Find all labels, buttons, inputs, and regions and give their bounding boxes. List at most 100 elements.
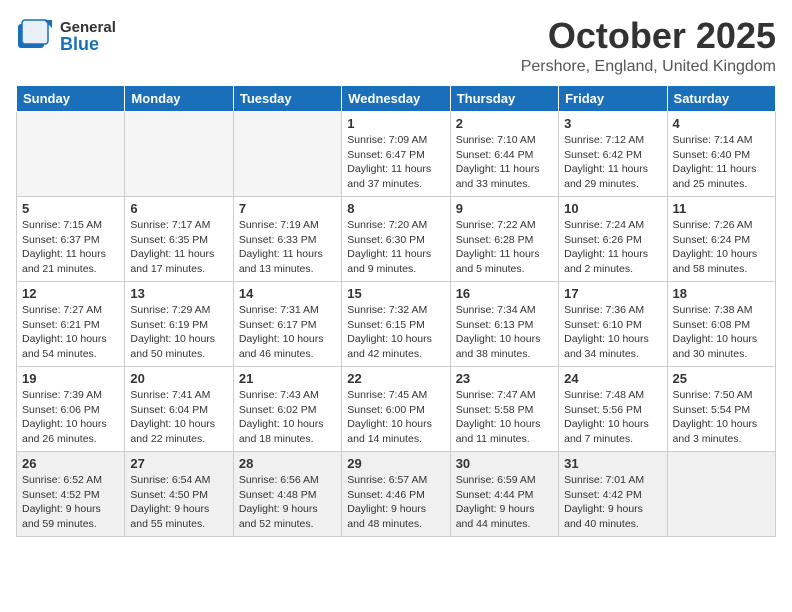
day-number: 17 xyxy=(564,286,661,301)
day-number: 30 xyxy=(456,456,553,471)
day-info: Sunrise: 7:41 AM Sunset: 6:04 PM Dayligh… xyxy=(130,388,227,447)
page: General Blue October 2025 Pershore, Engl… xyxy=(0,0,792,553)
day-info: Sunrise: 7:24 AM Sunset: 6:26 PM Dayligh… xyxy=(564,218,661,277)
location: Pershore, England, United Kingdom xyxy=(106,58,776,76)
day-number: 26 xyxy=(22,456,119,471)
calendar-cell: 28Sunrise: 6:56 AM Sunset: 4:48 PM Dayli… xyxy=(233,452,341,537)
week-row-4: 19 Sunrise: 7:39 AM Sunset: 6:06 PM Dayli… xyxy=(17,367,776,452)
logo-icon xyxy=(16,16,56,56)
day-info: Sunrise: 6:54 AM Sunset: 4:50 PM Dayligh… xyxy=(130,473,227,532)
week-row-1: 1Sunrise: 7:09 AM Sunset: 6:47 PM Daylig… xyxy=(17,112,776,197)
day-number: 20 xyxy=(130,371,227,386)
calendar-cell: 11 Sunrise: 7:26 AM Sunset: 6:24 PM Dayli… xyxy=(667,197,775,282)
col-header-sunday: Sunday xyxy=(17,86,125,112)
day-number: 14 xyxy=(239,286,336,301)
calendar-cell: 30 Sunrise: 6:59 AM Sunset: 4:44 PM Dayli… xyxy=(450,452,558,537)
day-info: Sunrise: 7:17 AM Sunset: 6:35 PM Dayligh… xyxy=(130,218,227,277)
calendar-cell xyxy=(17,112,125,197)
col-header-thursday: Thursday xyxy=(450,86,558,112)
day-number: 23 xyxy=(456,371,553,386)
day-info: Sunrise: 7:09 AM Sunset: 6:47 PM Dayligh… xyxy=(347,133,444,192)
day-number: 19 xyxy=(22,371,119,386)
day-number: 18 xyxy=(673,286,770,301)
day-number: 21 xyxy=(239,371,336,386)
day-number: 7 xyxy=(239,201,336,216)
calendar-cell: 6Sunrise: 7:17 AM Sunset: 6:35 PM Daylig… xyxy=(125,197,233,282)
day-number: 10 xyxy=(564,201,661,216)
day-info: Sunrise: 7:50 AM Sunset: 5:54 PM Dayligh… xyxy=(673,388,770,447)
day-info: Sunrise: 7:39 AM Sunset: 6:06 PM Dayligh… xyxy=(22,388,119,447)
day-number: 27 xyxy=(130,456,227,471)
calendar-cell: 31 Sunrise: 7:01 AM Sunset: 4:42 PM Dayli… xyxy=(559,452,667,537)
day-info: Sunrise: 7:48 AM Sunset: 5:56 PM Dayligh… xyxy=(564,388,661,447)
day-info: Sunrise: 7:22 AM Sunset: 6:28 PM Dayligh… xyxy=(456,218,553,277)
day-info: Sunrise: 7:38 AM Sunset: 6:08 PM Dayligh… xyxy=(673,303,770,362)
day-number: 29 xyxy=(347,456,444,471)
calendar-cell: 2Sunrise: 7:10 AM Sunset: 6:44 PM Daylig… xyxy=(450,112,558,197)
day-number: 5 xyxy=(22,201,119,216)
calendar: SundayMondayTuesdayWednesdayThursdayFrid… xyxy=(16,86,776,538)
day-number: 24 xyxy=(564,371,661,386)
day-info: Sunrise: 7:26 AM Sunset: 6:24 PM Dayligh… xyxy=(673,218,770,277)
calendar-cell: 24 Sunrise: 7:48 AM Sunset: 5:56 PM Dayli… xyxy=(559,367,667,452)
day-number: 9 xyxy=(456,201,553,216)
day-number: 3 xyxy=(564,116,661,131)
col-header-wednesday: Wednesday xyxy=(342,86,450,112)
calendar-cell: 13Sunrise: 7:29 AM Sunset: 6:19 PM Dayli… xyxy=(125,282,233,367)
calendar-cell: 26 Sunrise: 6:52 AM Sunset: 4:52 PM Dayli… xyxy=(17,452,125,537)
day-info: Sunrise: 6:52 AM Sunset: 4:52 PM Dayligh… xyxy=(22,473,119,532)
day-number: 11 xyxy=(673,201,770,216)
day-info: Sunrise: 7:43 AM Sunset: 6:02 PM Dayligh… xyxy=(239,388,336,447)
calendar-cell: 25 Sunrise: 7:50 AM Sunset: 5:54 PM Dayli… xyxy=(667,367,775,452)
day-number: 15 xyxy=(347,286,444,301)
calendar-cell: 12 Sunrise: 7:27 AM Sunset: 6:21 PM Dayli… xyxy=(17,282,125,367)
day-info: Sunrise: 7:27 AM Sunset: 6:21 PM Dayligh… xyxy=(22,303,119,362)
calendar-cell: 14Sunrise: 7:31 AM Sunset: 6:17 PM Dayli… xyxy=(233,282,341,367)
day-info: Sunrise: 7:15 AM Sunset: 6:37 PM Dayligh… xyxy=(22,218,119,277)
week-row-2: 5 Sunrise: 7:15 AM Sunset: 6:37 PM Daylig… xyxy=(17,197,776,282)
logo: General Blue xyxy=(16,16,106,56)
day-info: Sunrise: 7:20 AM Sunset: 6:30 PM Dayligh… xyxy=(347,218,444,277)
calendar-cell: 7 Sunrise: 7:19 AM Sunset: 6:33 PM Daylig… xyxy=(233,197,341,282)
col-header-monday: Monday xyxy=(125,86,233,112)
day-info: Sunrise: 7:12 AM Sunset: 6:42 PM Dayligh… xyxy=(564,133,661,192)
day-number: 4 xyxy=(673,116,770,131)
calendar-cell: 23 Sunrise: 7:47 AM Sunset: 5:58 PM Dayli… xyxy=(450,367,558,452)
day-info: Sunrise: 7:19 AM Sunset: 6:33 PM Dayligh… xyxy=(239,218,336,277)
calendar-cell: 19 Sunrise: 7:39 AM Sunset: 6:06 PM Dayli… xyxy=(17,367,125,452)
day-info: Sunrise: 7:47 AM Sunset: 5:58 PM Dayligh… xyxy=(456,388,553,447)
day-info: Sunrise: 7:10 AM Sunset: 6:44 PM Dayligh… xyxy=(456,133,553,192)
week-row-5: 26 Sunrise: 6:52 AM Sunset: 4:52 PM Dayli… xyxy=(17,452,776,537)
calendar-cell: 15 Sunrise: 7:32 AM Sunset: 6:15 PM Dayli… xyxy=(342,282,450,367)
day-number: 8 xyxy=(347,201,444,216)
calendar-cell: 20 Sunrise: 7:41 AM Sunset: 6:04 PM Dayli… xyxy=(125,367,233,452)
day-number: 22 xyxy=(347,371,444,386)
calendar-cell: 9 Sunrise: 7:22 AM Sunset: 6:28 PM Daylig… xyxy=(450,197,558,282)
day-number: 16 xyxy=(456,286,553,301)
day-info: Sunrise: 6:56 AM Sunset: 4:48 PM Dayligh… xyxy=(239,473,336,532)
day-number: 25 xyxy=(673,371,770,386)
month-title: October 2025 xyxy=(106,16,776,56)
week-row-3: 12 Sunrise: 7:27 AM Sunset: 6:21 PM Dayli… xyxy=(17,282,776,367)
calendar-cell: 5 Sunrise: 7:15 AM Sunset: 6:37 PM Daylig… xyxy=(17,197,125,282)
calendar-cell: 22 Sunrise: 7:45 AM Sunset: 6:00 PM Dayli… xyxy=(342,367,450,452)
day-info: Sunrise: 7:34 AM Sunset: 6:13 PM Dayligh… xyxy=(456,303,553,362)
calendar-cell xyxy=(125,112,233,197)
col-header-friday: Friday xyxy=(559,86,667,112)
day-info: Sunrise: 7:01 AM Sunset: 4:42 PM Dayligh… xyxy=(564,473,661,532)
day-number: 31 xyxy=(564,456,661,471)
calendar-cell xyxy=(233,112,341,197)
day-info: Sunrise: 7:32 AM Sunset: 6:15 PM Dayligh… xyxy=(347,303,444,362)
calendar-cell: 21 Sunrise: 7:43 AM Sunset: 6:02 PM Dayli… xyxy=(233,367,341,452)
calendar-cell: 4 Sunrise: 7:14 AM Sunset: 6:40 PM Daylig… xyxy=(667,112,775,197)
calendar-cell xyxy=(667,452,775,537)
day-info: Sunrise: 7:14 AM Sunset: 6:40 PM Dayligh… xyxy=(673,133,770,192)
day-info: Sunrise: 7:45 AM Sunset: 6:00 PM Dayligh… xyxy=(347,388,444,447)
day-info: Sunrise: 6:59 AM Sunset: 4:44 PM Dayligh… xyxy=(456,473,553,532)
day-info: Sunrise: 7:29 AM Sunset: 6:19 PM Dayligh… xyxy=(130,303,227,362)
calendar-cell: 18 Sunrise: 7:38 AM Sunset: 6:08 PM Dayli… xyxy=(667,282,775,367)
day-number: 12 xyxy=(22,286,119,301)
calendar-cell: 16 Sunrise: 7:34 AM Sunset: 6:13 PM Dayli… xyxy=(450,282,558,367)
calendar-cell: 27 Sunrise: 6:54 AM Sunset: 4:50 PM Dayli… xyxy=(125,452,233,537)
calendar-cell: 3 Sunrise: 7:12 AM Sunset: 6:42 PM Daylig… xyxy=(559,112,667,197)
